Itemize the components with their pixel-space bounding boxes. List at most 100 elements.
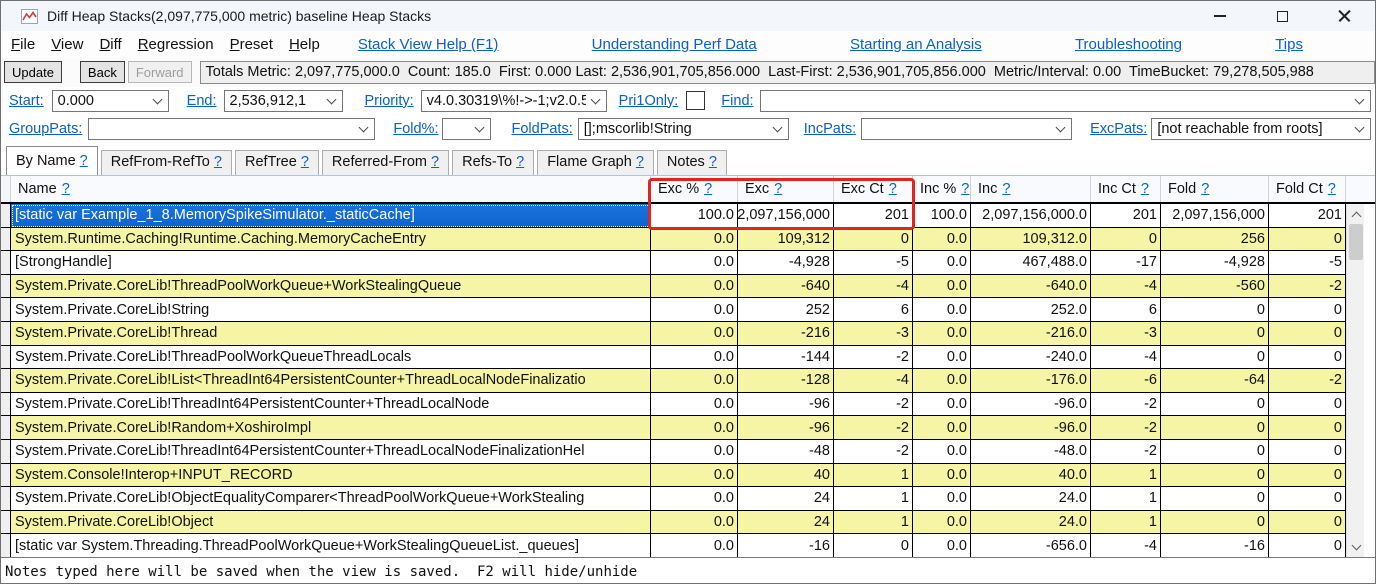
cell-inc[interactable]: 0.0: [913, 321, 971, 346]
cell-exc[interactable]: 24: [738, 510, 834, 535]
cell-inc[interactable]: 0.0: [913, 369, 971, 393]
column-help-link[interactable]: ?: [774, 181, 782, 197]
cell-exc-ct[interactable]: 201: [834, 204, 913, 228]
row-header-cell[interactable]: [1, 510, 11, 535]
table-row[interactable]: System.Private.CoreLib!List<ThreadInt64P…: [1, 369, 1375, 393]
cell-fold-ct[interactable]: -5: [1269, 251, 1346, 275]
cell-fold[interactable]: -16: [1161, 534, 1269, 557]
chevron-down-icon[interactable]: [153, 96, 163, 106]
cell-fold[interactable]: 0: [1161, 439, 1269, 464]
cell-exc-ct[interactable]: -2: [834, 439, 913, 464]
pri1only-checkbox[interactable]: [686, 91, 706, 110]
priority-combobox[interactable]: v4.0.30319\%!->-1;v2.0.5: [420, 89, 607, 112]
tab-help-link[interactable]: ?: [516, 154, 524, 170]
back-button[interactable]: Back: [79, 61, 125, 83]
cell-inc-ct[interactable]: 1: [1091, 463, 1161, 488]
end-combobox[interactable]: 2,536,912,1: [223, 89, 343, 112]
cell-inc[interactable]: -216.0: [971, 321, 1091, 346]
priority-link[interactable]: Priority:: [365, 93, 414, 109]
chevron-down-icon[interactable]: [773, 124, 783, 134]
column-help-link[interactable]: ?: [961, 181, 969, 197]
menu-file[interactable]: File: [11, 36, 35, 53]
column-help-link[interactable]: ?: [1201, 181, 1209, 197]
cell-name[interactable]: System.Private.CoreLib!String: [11, 298, 651, 322]
cell-fold[interactable]: 0: [1161, 392, 1269, 417]
cell-exc[interactable]: 0.0: [651, 463, 738, 488]
tab-reffrom-refto[interactable]: RefFrom-RefTo ?: [100, 150, 232, 175]
table-row[interactable]: System.Runtime.Caching!Runtime.Caching.M…: [1, 227, 1375, 252]
column-header-exc[interactable]: Exc?: [738, 176, 834, 202]
cell-inc-ct[interactable]: 1: [1091, 510, 1161, 535]
cell-inc[interactable]: 109,312.0: [971, 227, 1091, 252]
cell-exc[interactable]: 2,097,156,000: [738, 204, 834, 228]
chevron-down-icon[interactable]: [475, 124, 485, 134]
tab-by-name[interactable]: By Name ?: [6, 146, 98, 175]
cell-fold[interactable]: -4,928: [1161, 251, 1269, 275]
cell-inc[interactable]: 0.0: [913, 416, 971, 440]
cell-exc-ct[interactable]: 0: [834, 227, 913, 252]
table-row[interactable]: System.Private.CoreLib!String 0.0 252 6 0.0 2…: [1, 298, 1375, 322]
cell-inc[interactable]: 252.0: [971, 298, 1091, 322]
cell-exc[interactable]: -4,928: [738, 251, 834, 275]
cell-exc-ct[interactable]: -3: [834, 321, 913, 346]
column-header-fold[interactable]: Fold?: [1161, 176, 1269, 202]
cell-exc[interactable]: 0.0: [651, 439, 738, 464]
cell-fold-ct[interactable]: 0: [1269, 227, 1346, 252]
cell-inc-ct[interactable]: -6: [1091, 369, 1161, 393]
tab-notes[interactable]: Notes ?: [656, 150, 727, 175]
column-header-fold-ct[interactable]: Fold Ct?: [1269, 176, 1346, 202]
row-header-cell[interactable]: [1, 463, 11, 488]
excpats-combobox[interactable]: [not reachable from roots]: [1151, 118, 1371, 140]
tab-help-link[interactable]: ?: [301, 154, 309, 170]
row-header-cell[interactable]: [1, 392, 11, 417]
column-help-link[interactable]: ?: [1141, 181, 1149, 197]
cell-name[interactable]: System.Private.CoreLib!Random+XoshiroImp…: [11, 416, 651, 440]
cell-exc-ct[interactable]: -4: [834, 274, 913, 299]
helplink-starting-an-analysis[interactable]: Starting an Analysis: [850, 36, 982, 53]
cell-fold-ct[interactable]: 0: [1269, 487, 1346, 511]
cell-exc-ct[interactable]: 1: [834, 463, 913, 488]
cell-fold[interactable]: 0: [1161, 321, 1269, 346]
cell-exc[interactable]: -216: [738, 321, 834, 346]
column-help-link[interactable]: ?: [1002, 181, 1010, 197]
cell-name[interactable]: System.Private.CoreLib!ObjectEqualityCom…: [11, 487, 651, 511]
cell-exc[interactable]: 0.0: [651, 510, 738, 535]
tab-help-link[interactable]: ?: [636, 154, 644, 170]
cell-exc[interactable]: 0.0: [651, 345, 738, 370]
cell-name[interactable]: [StrongHandle]: [11, 251, 651, 275]
tab-reftree[interactable]: RefTree ?: [234, 150, 319, 175]
cell-exc[interactable]: 0.0: [651, 274, 738, 299]
column-help-link[interactable]: ?: [889, 181, 897, 197]
cell-inc[interactable]: 0.0: [913, 510, 971, 535]
cell-inc[interactable]: -96.0: [971, 392, 1091, 417]
cell-inc-ct[interactable]: -4: [1091, 534, 1161, 557]
row-header-cell[interactable]: [1, 369, 11, 393]
chevron-down-icon[interactable]: [1355, 96, 1365, 106]
table-row[interactable]: System.Private.CoreLib!ThreadPoolWorkQue…: [1, 274, 1375, 299]
cell-exc[interactable]: -144: [738, 345, 834, 370]
cell-exc[interactable]: 40: [738, 463, 834, 488]
cell-inc[interactable]: 2,097,156,000.0: [971, 204, 1091, 228]
cell-fold-ct[interactable]: -2: [1269, 369, 1346, 393]
cell-fold-ct[interactable]: 0: [1269, 345, 1346, 370]
cell-inc[interactable]: 0.0: [913, 487, 971, 511]
row-header-cell[interactable]: [1, 416, 11, 440]
cell-exc[interactable]: 252: [738, 298, 834, 322]
cell-inc-ct[interactable]: -4: [1091, 274, 1161, 299]
row-header-cell[interactable]: [1, 204, 11, 228]
row-header-cell[interactable]: [1, 487, 11, 511]
column-help-link[interactable]: ?: [62, 181, 70, 197]
cell-exc-ct[interactable]: -2: [834, 416, 913, 440]
row-header-cell[interactable]: [1, 274, 11, 299]
cell-exc[interactable]: -128: [738, 369, 834, 393]
cell-exc[interactable]: -96: [738, 392, 834, 417]
row-header-cell[interactable]: [1, 227, 11, 252]
cell-fold[interactable]: 0: [1161, 345, 1269, 370]
tab-help-link[interactable]: ?: [431, 154, 439, 170]
cell-inc[interactable]: 0.0: [913, 463, 971, 488]
cell-fold-ct[interactable]: 201: [1269, 204, 1346, 228]
cell-fold[interactable]: 0: [1161, 463, 1269, 488]
table-row[interactable]: [StrongHandle] 0.0 -4,928 -5 0.0 467,488.0 -17…: [1, 251, 1375, 275]
cell-exc[interactable]: 0.0: [651, 369, 738, 393]
foldpct-combobox[interactable]: [442, 118, 492, 140]
